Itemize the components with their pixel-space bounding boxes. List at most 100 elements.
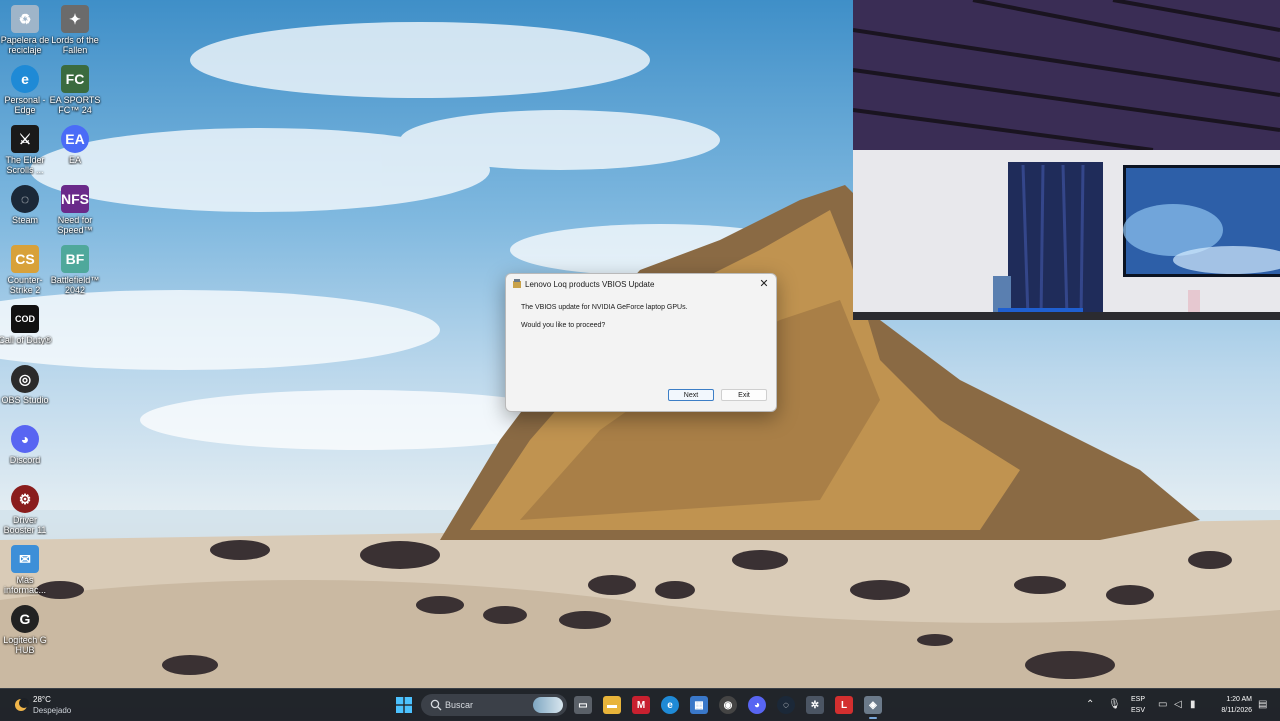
start-button[interactable]	[396, 697, 412, 713]
webcam-overlay	[853, 0, 1280, 320]
weather-moon-icon	[15, 698, 29, 711]
vbios-update-dialog: Lenovo Loq products VBIOS Update ✕ The V…	[505, 273, 777, 412]
desktop-icon-recycle-bin[interactable]: ♻ Papelera de reciclaje	[0, 5, 53, 55]
desktop-icon-logitech[interactable]: G Logitech G HUB	[0, 605, 53, 655]
desktop-icon-call-of-duty[interactable]: COD Call of Duty®	[0, 305, 53, 345]
taskbar-store[interactable]: ▦	[690, 696, 708, 714]
desktop-icon-obs[interactable]: ◎ OBS Studio	[0, 365, 53, 405]
lords-of-the-fallen-icon: ✦	[61, 5, 89, 33]
desktop-icon-steam[interactable]: ◌ Steam	[0, 185, 53, 225]
obs-icon: ◎	[11, 365, 39, 393]
desktop-icon-ea[interactable]: EA EA	[47, 125, 103, 165]
search-placeholder: Buscar	[445, 700, 474, 710]
steam-icon: ◌	[11, 185, 39, 213]
file-explorer-icon: ▬	[607, 699, 617, 711]
more-info-icon: ✉	[11, 545, 39, 573]
taskbar-discord[interactable]: ◕	[748, 696, 766, 714]
taskbar-steam[interactable]: ◌	[777, 696, 795, 714]
exit-button[interactable]: Exit	[721, 389, 767, 401]
taskbar-vbios-update[interactable]: ◈	[864, 696, 882, 719]
desktop-icon-counter-strike[interactable]: CS Counter-Strike 2	[0, 245, 53, 295]
desktop-icon-label: Battlefield™ 2042	[50, 275, 100, 295]
vbios-installer-icon	[513, 279, 521, 288]
edge-icon: e	[667, 699, 673, 711]
desktop-icon-label: Papelera de reciclaje	[0, 35, 50, 55]
clock-time: 1:20 AM	[1226, 696, 1252, 703]
desktop-icon-label: EA SPORTS FC™ 24	[49, 95, 101, 115]
ea-sports-fc-icon: FC	[61, 65, 89, 93]
weather-temperature: 28°C	[33, 695, 51, 704]
desktop-icon-discord[interactable]: ◕ Discord	[0, 425, 53, 465]
search-icon	[430, 699, 442, 711]
dialog-close-button[interactable]: ✕	[756, 276, 772, 292]
edge-icon: e	[11, 65, 39, 93]
lenovo-vantage-icon: L	[840, 699, 848, 711]
microsoft-store-icon: ▦	[694, 699, 704, 711]
desktop-icon-label: Steam	[11, 215, 38, 225]
desktop-icon-label: Discord	[9, 455, 41, 465]
taskbar-settings[interactable]: ✲	[806, 696, 824, 714]
taskbar-edge[interactable]: e	[661, 696, 679, 714]
counter-strike-icon: CS	[11, 245, 39, 273]
desktop-icon-lords-of-the-fallen[interactable]: ✦ Lords of the Fallen	[47, 5, 103, 55]
desktop-icon-label: Call of Duty®	[0, 335, 52, 345]
search-highlight-image	[533, 697, 563, 713]
taskbar: 28°C Despejado Buscar ▭ ▬ M e ▦ ◉ ◕ ◌ ✲ …	[0, 688, 1280, 721]
vbios-update-icon: ◈	[869, 699, 877, 711]
desktop-icon-edge[interactable]: e Personal - Edge	[0, 65, 53, 115]
volume-icon[interactable]: ◁	[1174, 699, 1182, 711]
desktop-icon-label: Counter-Strike 2	[7, 275, 43, 295]
discord-icon: ◕	[11, 425, 39, 453]
dialog-question: Would you like to proceed?	[521, 322, 606, 329]
taskbar-search-box[interactable]: Buscar	[421, 694, 567, 716]
desktop-icon-label: Más informac...	[3, 575, 46, 595]
microphone-icon[interactable]: 🎙	[1108, 699, 1121, 711]
network-icon[interactable]: ▭	[1158, 699, 1167, 711]
call-of-duty-icon: COD	[11, 305, 39, 333]
settings-icon: ✲	[810, 699, 820, 711]
desktop-icon-elder-scrolls[interactable]: ⚔ The Elder Scrolls ...	[0, 125, 53, 175]
battlefield-icon: BF	[61, 245, 89, 273]
desktop-icon-label: Need for Speed™ Heat	[57, 215, 93, 235]
weather-condition: Despejado	[33, 706, 72, 715]
desktop-icon-label: Driver Booster 11	[3, 515, 47, 535]
mcafee-icon: M	[636, 699, 646, 711]
tray-overflow-chevron-icon[interactable]: ⌃	[1086, 699, 1094, 711]
desktop-icon-label: Personal - Edge	[4, 95, 46, 115]
desktop-icon-label: Logitech G HUB	[3, 635, 47, 655]
notifications-icon[interactable]: ▤	[1258, 699, 1267, 711]
desktop-icon-ea-sports-fc[interactable]: FC EA SPORTS FC™ 24	[47, 65, 103, 115]
webcam-scene	[853, 0, 1280, 320]
taskbar-file-explorer[interactable]: ▬	[603, 696, 621, 714]
ea-app-icon: EA	[61, 125, 89, 153]
desktop-icon-label: OBS Studio	[1, 395, 49, 405]
desktop-icon-label: The Elder Scrolls ...	[5, 155, 45, 175]
taskbar-lenovo-vantage[interactable]: L	[835, 696, 853, 714]
recycle-bin-icon: ♻	[11, 5, 39, 33]
taskbar-mcafee[interactable]: M	[632, 696, 650, 714]
dialog-title: Lenovo Loq products VBIOS Update	[525, 280, 655, 289]
battery-icon[interactable]: ▮	[1190, 699, 1196, 711]
steam-icon: ◌	[783, 699, 789, 711]
taskbar-task-view[interactable]: ▭	[574, 696, 592, 714]
logitech-ghub-icon: G	[11, 605, 39, 633]
desktop-icon-label: Lords of the Fallen	[51, 35, 99, 55]
next-button[interactable]: Next	[668, 389, 714, 401]
github-desktop-icon: ◉	[723, 699, 733, 711]
close-icon: ✕	[759, 278, 769, 290]
desktop-icon-label: EA	[68, 155, 81, 165]
task-view-icon: ▭	[578, 699, 588, 711]
clock-date: 8/11/2026	[1221, 707, 1252, 714]
language-secondary: ESV	[1131, 707, 1146, 714]
taskbar-github-desktop[interactable]: ◉	[719, 696, 737, 714]
language-primary: ESP	[1131, 696, 1146, 703]
desktop-icon-driver-booster[interactable]: ⚙ Driver Booster 11	[0, 485, 53, 535]
desktop-icon-battlefield[interactable]: BF Battlefield™ 2042	[47, 245, 103, 295]
nfs-heat-icon: NFS	[61, 185, 89, 213]
discord-icon: ◕	[753, 699, 761, 711]
driver-booster-icon: ⚙	[11, 485, 39, 513]
desktop-icon-nfs-heat[interactable]: NFS Need for Speed™ Heat	[47, 185, 103, 235]
dialog-message: The VBIOS update for NVIDIA GeForce lapt…	[521, 304, 688, 311]
desktop-icon-more-info[interactable]: ✉ Más informac...	[0, 545, 53, 595]
elder-scrolls-icon: ⚔	[11, 125, 39, 153]
